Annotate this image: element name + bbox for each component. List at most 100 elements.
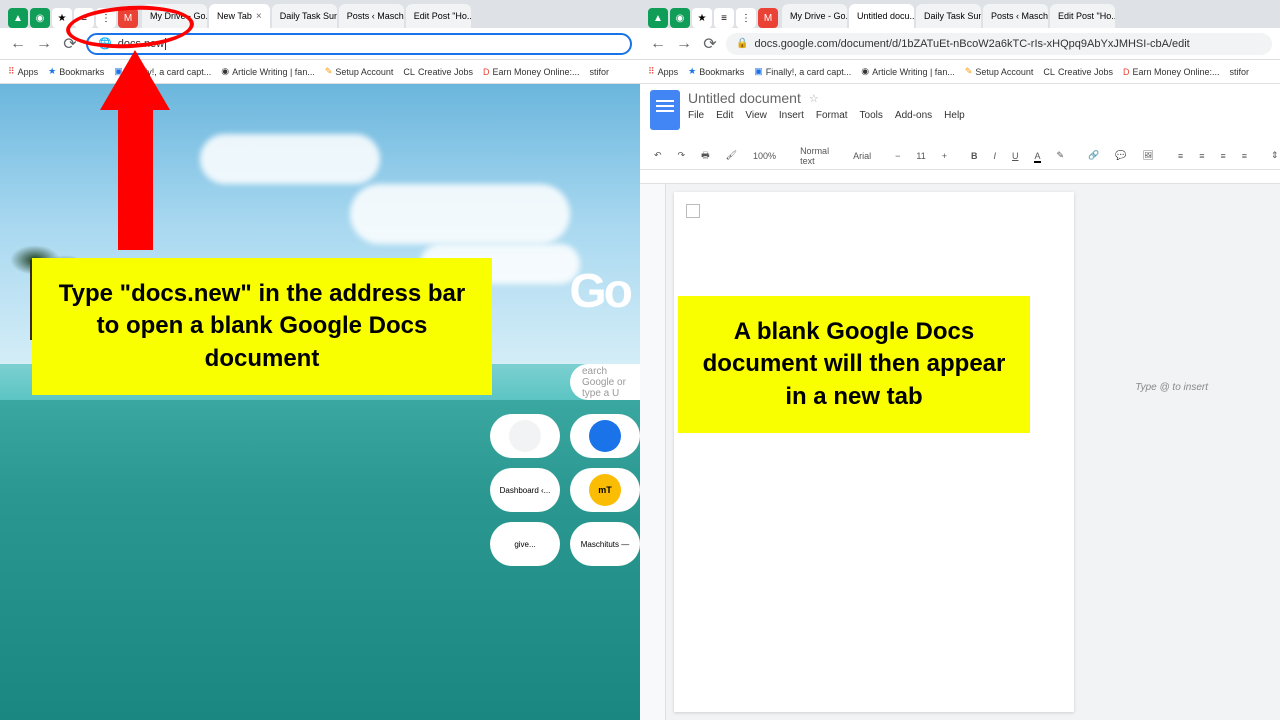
link-button[interactable]: 🔗 [1084, 148, 1103, 163]
outline-icon[interactable] [686, 204, 700, 218]
bookmark-item[interactable]: CLCreative Jobs [403, 67, 473, 77]
new-tab-page: Go earch Google or type a U Dashboard ‹.… [0, 84, 640, 720]
pinned-tab[interactable]: ▲ [8, 8, 28, 28]
pinned-tab[interactable]: ⋮ [736, 8, 756, 28]
bookmark-item[interactable]: ◉Article Writing | fan... [861, 66, 955, 77]
bookmark-item[interactable]: ★Bookmarks [48, 66, 104, 77]
bookmark-item[interactable]: stifor [590, 67, 610, 77]
menu-help[interactable]: Help [944, 110, 965, 121]
pinned-tab[interactable]: ★ [692, 8, 712, 28]
browser-tab[interactable]: Edit Post "Ho...× [406, 4, 471, 28]
image-button[interactable]: 🖼 [1138, 148, 1157, 163]
bold-button[interactable]: B [967, 149, 982, 163]
undo-button[interactable]: ↶ [650, 148, 666, 163]
callout-right: A blank Google Docs document will then a… [678, 296, 1030, 433]
close-icon[interactable]: × [256, 11, 262, 22]
menu-format[interactable]: Format [816, 110, 848, 121]
google-logo: Go [569, 264, 630, 319]
line-spacing-button[interactable]: ⇕ [1267, 148, 1280, 163]
doc-title[interactable]: Untitled document [688, 90, 801, 106]
bookmark-item[interactable]: DEarn Money Online:... [1123, 67, 1220, 77]
reload-button[interactable]: ⟳ [700, 34, 720, 54]
font-size[interactable]: 11 [912, 149, 929, 163]
italic-button[interactable]: I [989, 149, 1000, 163]
shortcut-item[interactable]: Dashboard ‹... [490, 468, 560, 512]
forward-button[interactable]: → [34, 34, 54, 54]
vertical-ruler[interactable] [640, 184, 666, 720]
pinned-tab[interactable]: ◉ [670, 8, 690, 28]
shortcut-item[interactable] [570, 414, 640, 458]
pinned-tab[interactable]: ≡ [714, 8, 734, 28]
menu-addons[interactable]: Add-ons [895, 110, 932, 121]
search-box[interactable]: earch Google or type a U [570, 364, 640, 400]
bookmark-item[interactable]: ✎Setup Account [965, 66, 1034, 77]
shortcut-item[interactable]: mT [570, 468, 640, 512]
address-bar[interactable]: 🔒 docs.google.com/document/d/1bZATuEt-nB… [726, 33, 1272, 55]
document-page[interactable] [674, 192, 1074, 712]
pinned-tab[interactable]: ◉ [30, 8, 50, 28]
format-paint-button[interactable]: 🖌 [722, 148, 741, 163]
left-panel: ▲ ◉ ★ ≡ ⋮ M My Drive - Go...× New Tab× D… [0, 0, 640, 720]
forward-button[interactable]: → [674, 34, 694, 54]
star-icon[interactable]: ☆ [809, 92, 819, 105]
shortcuts-grid: Dashboard ‹... mT give... Maschituts — [490, 414, 640, 566]
bookmark-item[interactable]: ✎Setup Account [325, 66, 394, 77]
menu-tools[interactable]: Tools [860, 110, 883, 121]
menu-view[interactable]: View [745, 110, 767, 121]
bookmark-item[interactable]: ▣Finally!, a card capt... [754, 66, 851, 77]
align-justify-button[interactable]: ≡ [1238, 149, 1251, 163]
redo-button[interactable]: ↷ [674, 148, 690, 163]
tab-strip-right: ▲ ◉ ★ ≡ ⋮ M My Drive - Go...× Untitled d… [640, 0, 1280, 28]
docs-header: Untitled document ☆ File Edit View Inser… [640, 84, 1280, 142]
menu-insert[interactable]: Insert [779, 110, 804, 121]
bookmark-bar: ⠿Apps ★Bookmarks ▣Finally!, a card capt.… [640, 60, 1280, 84]
text-color-button[interactable]: A [1030, 149, 1044, 163]
callout-left: Type "docs.new" in the address bar to op… [32, 258, 492, 395]
shortcut-item[interactable]: give... [490, 522, 560, 566]
browser-tab[interactable]: Posts ‹ Maschi...× [983, 4, 1048, 28]
horizontal-ruler[interactable] [640, 170, 1280, 184]
font-select[interactable]: Arial [849, 149, 875, 163]
shortcut-item[interactable]: Maschituts — [570, 522, 640, 566]
bookmark-item[interactable]: ◉Article Writing | fan... [221, 66, 315, 77]
bookmark-item[interactable]: DEarn Money Online:... [483, 67, 580, 77]
menu-bar: File Edit View Insert Format Tools Add-o… [688, 110, 1270, 121]
browser-tab[interactable]: Daily Task Sun...× [916, 4, 981, 28]
right-panel: ▲ ◉ ★ ≡ ⋮ M My Drive - Go...× Untitled d… [640, 0, 1280, 720]
pinned-tab[interactable]: M [758, 8, 778, 28]
address-text: docs.google.com/document/d/1bZATuEt-nBco… [754, 38, 1189, 50]
comment-button[interactable]: 💬 [1111, 148, 1130, 163]
highlight-button[interactable]: ✎ [1053, 148, 1069, 163]
size-increase[interactable]: + [938, 149, 951, 163]
apps-button[interactable]: ⠿Apps [648, 66, 678, 77]
lock-icon: 🔒 [736, 38, 748, 49]
align-center-button[interactable]: ≡ [1195, 149, 1208, 163]
back-button[interactable]: ← [648, 34, 668, 54]
bookmark-item[interactable]: stifor [1230, 67, 1250, 77]
bookmark-item[interactable]: CLCreative Jobs [1043, 67, 1113, 77]
browser-tab[interactable]: Untitled docu...× [849, 4, 914, 28]
align-right-button[interactable]: ≡ [1216, 149, 1229, 163]
browser-tab[interactable]: Posts ‹ Maschi...× [339, 4, 404, 28]
align-left-button[interactable]: ≡ [1174, 149, 1187, 163]
browser-tab[interactable]: My Drive - Go...× [782, 4, 847, 28]
browser-tab[interactable]: New Tab× [209, 4, 270, 28]
shortcut-item[interactable] [490, 414, 560, 458]
style-select[interactable]: Normal text [796, 144, 833, 168]
menu-edit[interactable]: Edit [716, 110, 733, 121]
browser-tab[interactable]: Daily Task Sun...× [272, 4, 337, 28]
back-button[interactable]: ← [8, 34, 28, 54]
browser-tab[interactable]: Edit Post "Ho...× [1050, 4, 1115, 28]
bookmark-item[interactable]: ★Bookmarks [688, 66, 744, 77]
print-button[interactable]: 🖶 [697, 146, 714, 166]
underline-button[interactable]: U [1008, 149, 1023, 163]
menu-file[interactable]: File [688, 110, 704, 121]
docs-logo-icon[interactable] [650, 90, 680, 130]
annotation-arrow [100, 50, 170, 250]
apps-button[interactable]: ⠿Apps [8, 66, 38, 77]
size-decrease[interactable]: − [891, 149, 904, 163]
zoom-select[interactable]: 100% [749, 149, 780, 163]
pinned-tabs: ▲ ◉ ★ ≡ ⋮ M [648, 8, 778, 28]
nav-bar: ← → ⟳ 🔒 docs.google.com/document/d/1bZAT… [640, 28, 1280, 60]
pinned-tab[interactable]: ▲ [648, 8, 668, 28]
